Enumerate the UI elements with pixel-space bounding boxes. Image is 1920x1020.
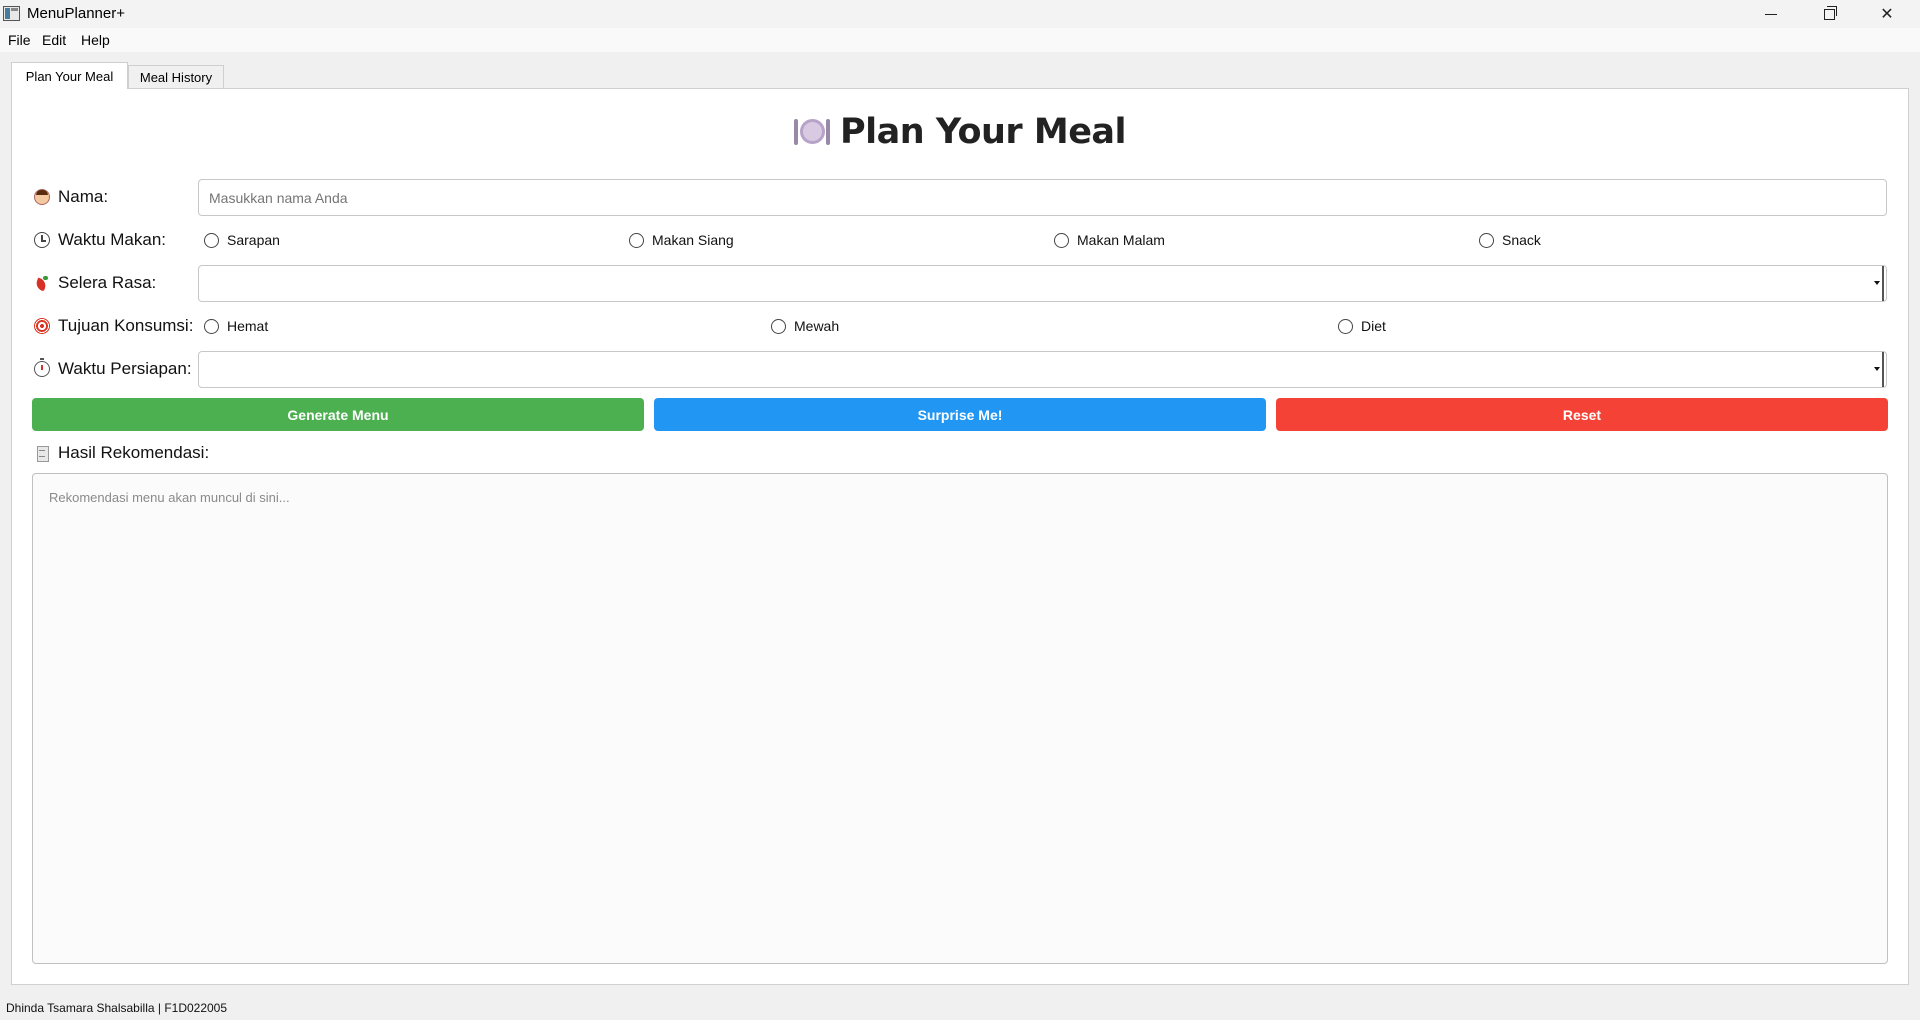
minimize-icon — [1765, 13, 1777, 15]
radio-circle[interactable] — [1479, 232, 1494, 248]
result-textarea[interactable]: Rekomendasi menu akan muncul di sini... — [32, 473, 1888, 964]
menu-file[interactable]: File — [8, 32, 31, 48]
waktu-persiapan-dropdown[interactable] — [198, 351, 1887, 388]
radio-label: Sarapan — [227, 232, 280, 248]
radio-circle[interactable] — [1054, 232, 1069, 248]
stopwatch-icon — [34, 358, 50, 377]
receipt-icon — [34, 445, 50, 462]
result-placeholder: Rekomendasi menu akan muncul di sini... — [49, 490, 290, 505]
radio-sarapan[interactable]: Sarapan — [204, 232, 280, 248]
chevron-down-icon[interactable] — [1870, 352, 1884, 387]
radio-circle[interactable] — [204, 318, 219, 334]
menu-bar: File Edit Help — [0, 28, 1920, 52]
surprise-me-button[interactable]: Surprise Me! — [654, 398, 1266, 431]
menu-help[interactable]: Help — [81, 32, 110, 48]
waktu-makan-label-text: Waktu Makan: — [58, 230, 167, 249]
waktu-makan-label: Waktu Makan: — [34, 230, 166, 250]
radio-snack[interactable]: Snack — [1479, 232, 1541, 248]
waktu-persiapan-label-text: Waktu Persiapan: — [58, 359, 192, 378]
generate-menu-button[interactable]: Generate Menu — [32, 398, 644, 431]
radio-circle[interactable] — [771, 318, 786, 334]
radio-label: Hemat — [227, 318, 269, 334]
nama-label: Nama: — [34, 187, 108, 207]
target-icon — [34, 318, 50, 334]
status-bar: Dhinda Tsamara Shalsabilla | F1D022005 — [0, 995, 1920, 1020]
radio-diet[interactable]: Diet — [1338, 318, 1386, 334]
radio-circle[interactable] — [204, 232, 219, 248]
selera-rasa-label-text: Selera Rasa: — [58, 273, 157, 292]
status-text: Dhinda Tsamara Shalsabilla | F1D022005 — [6, 1001, 228, 1015]
chevron-down-icon[interactable] — [1870, 266, 1884, 301]
close-icon: ✕ — [1880, 6, 1894, 23]
radio-label: Makan Siang — [652, 232, 734, 248]
title-bar: MenuPlanner+ ✕ — [0, 0, 1920, 28]
maximize-button[interactable] — [1800, 0, 1858, 28]
chili-icon — [34, 275, 50, 291]
hasil-rekomendasi-label: Hasil Rekomendasi: — [34, 443, 209, 463]
minimize-button[interactable] — [1742, 0, 1800, 28]
radio-makan-siang[interactable]: Makan Siang — [629, 232, 734, 248]
tujuan-konsumsi-label-text: Tujuan Konsumsi: — [58, 316, 194, 335]
hasil-rekomendasi-label-text: Hasil Rekomendasi: — [58, 443, 210, 462]
window-title: MenuPlanner+ — [27, 5, 125, 22]
selera-rasa-label: Selera Rasa: — [34, 273, 156, 293]
reset-button[interactable]: Reset — [1276, 398, 1888, 431]
radio-label: Mewah — [794, 318, 840, 334]
tab-meal-history[interactable]: Meal History — [128, 65, 224, 89]
radio-label: Snack — [1502, 232, 1541, 248]
radio-makan-malam[interactable]: Makan Malam — [1054, 232, 1165, 248]
close-button[interactable]: ✕ — [1858, 0, 1916, 28]
radio-mewah[interactable]: Mewah — [771, 318, 839, 334]
page-title-text: Plan Your Meal — [839, 112, 1127, 152]
app-icon — [3, 6, 20, 21]
clock-icon — [34, 232, 50, 248]
plate-cutlery-icon — [793, 117, 830, 147]
nama-input[interactable] — [198, 179, 1887, 216]
person-icon — [34, 189, 50, 205]
radio-label: Diet — [1361, 318, 1386, 334]
nama-label-text: Nama: — [58, 187, 109, 206]
menu-edit[interactable]: Edit — [42, 32, 66, 48]
tujuan-konsumsi-label: Tujuan Konsumsi: — [34, 316, 193, 336]
tab-plan-your-meal[interactable]: Plan Your Meal — [11, 62, 128, 89]
waktu-persiapan-label: Waktu Persiapan: — [34, 358, 192, 379]
page-title: Plan Your Meal — [0, 112, 1920, 152]
selera-rasa-dropdown[interactable] — [198, 265, 1887, 302]
restore-icon — [1823, 5, 1837, 20]
radio-circle[interactable] — [629, 232, 644, 248]
radio-circle[interactable] — [1338, 318, 1353, 334]
radio-hemat[interactable]: Hemat — [204, 318, 268, 334]
radio-label: Makan Malam — [1077, 232, 1165, 248]
